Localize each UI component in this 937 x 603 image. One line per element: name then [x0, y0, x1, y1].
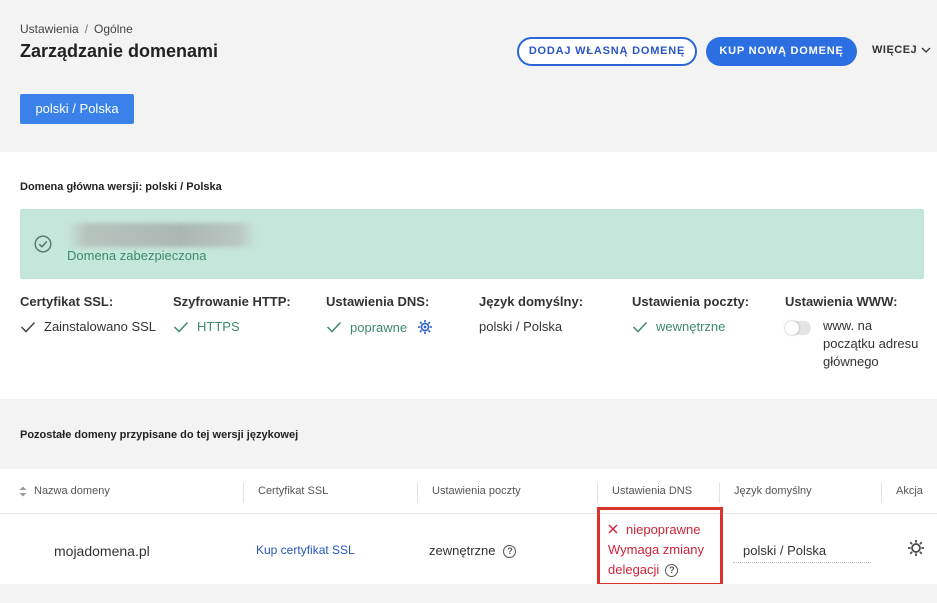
http-column: Szyfrowanie HTTP: HTTPS	[173, 294, 291, 334]
ssl-label: Certyfikat SSL:	[20, 294, 114, 309]
language-label: Język domyślny:	[479, 294, 584, 309]
column-header-language: Język domyślny	[734, 485, 812, 497]
add-own-domain-button[interactable]: DODAJ WŁASNĄ DOMENĘ	[517, 37, 697, 66]
breadcrumb-current: Ogólne	[94, 22, 133, 36]
page-bottom	[0, 584, 937, 603]
dns-column: Ustawienia DNS: poprawne	[326, 294, 433, 335]
check-icon	[173, 321, 189, 333]
breadcrumb-parent[interactable]: Ustawienia	[20, 22, 79, 36]
http-label: Szyfrowanie HTTP:	[173, 294, 291, 309]
ssl-value: Zainstalowano SSL	[20, 319, 156, 334]
column-divider	[417, 483, 418, 503]
dns-error-detail-2: delegacji	[608, 562, 660, 577]
mail-settings-cell: zewnętrzne?	[429, 543, 517, 559]
breadcrumb: Ustawienia / Ogólne	[20, 22, 133, 36]
main-domain-card: Domena główna wersji: polski / Polska Do…	[0, 152, 937, 399]
sort-icon[interactable]	[19, 486, 27, 497]
mail-column: Ustawienia poczty: wewnętrzne	[632, 294, 749, 334]
column-header-dns: Ustawienia DNS	[612, 485, 693, 497]
other-domains-heading: Pozostałe domeny przypisane do tej wersj…	[20, 429, 299, 441]
dns-label: Ustawienia DNS:	[326, 294, 430, 309]
column-header-domain-name[interactable]: Nazwa domeny	[34, 485, 110, 497]
mail-settings-text: zewnętrzne	[429, 543, 496, 558]
www-value-text: www. na początku adresu głównego	[823, 318, 919, 369]
main-domain-heading: Domena główna wersji: polski / Polska	[20, 181, 222, 193]
dns-error-cell: niepoprawne Wymaga zmiany delegacji?	[597, 507, 723, 586]
domain-secured-status: Domena zabezpieczona	[67, 248, 207, 263]
default-language-select[interactable]: polski / Polska	[733, 537, 871, 563]
gear-icon[interactable]	[907, 539, 925, 557]
dns-error-detail-1: Wymaga zmiany	[608, 542, 704, 557]
help-icon[interactable]: ?	[665, 564, 679, 578]
http-value: HTTPS	[173, 319, 291, 334]
language-value: polski / Polska	[479, 319, 563, 334]
check-icon	[326, 321, 342, 333]
domains-table: Nazwa domeny Certyfikat SSL Ustawienia p…	[0, 469, 937, 586]
more-label: WIĘCEJ	[872, 44, 918, 56]
column-divider	[881, 483, 882, 503]
table-header: Nazwa domeny Certyfikat SSL Ustawienia p…	[0, 469, 937, 514]
language-version-button[interactable]: polski / Polska	[20, 94, 134, 124]
http-value-text: HTTPS	[197, 319, 240, 334]
ssl-column: Certyfikat SSL: Zainstalowano SSL	[20, 294, 156, 334]
x-icon	[608, 524, 618, 534]
column-header-mail: Ustawienia poczty	[432, 485, 521, 497]
column-divider	[243, 483, 244, 503]
main-domain-status-box: Domena zabezpieczona	[20, 209, 924, 279]
www-toggle[interactable]	[785, 321, 811, 335]
buy-ssl-link[interactable]: Kup certyfikat SSL	[256, 543, 355, 557]
column-divider	[597, 483, 598, 503]
column-header-ssl: Certyfikat SSL	[258, 485, 329, 497]
mail-value-text: wewnętrzne	[656, 319, 726, 334]
other-domains-section: Pozostałe domeny przypisane do tej wersj…	[0, 399, 937, 469]
language-column: Język domyślny: polski / Polska	[479, 294, 583, 334]
more-dropdown[interactable]: WIĘCEJ	[872, 44, 931, 56]
column-header-action: Akcja	[896, 485, 923, 497]
dns-error-status: niepoprawne	[608, 520, 704, 540]
www-label: Ustawienia WWW:	[785, 294, 898, 309]
mail-value: wewnętrzne	[632, 319, 749, 334]
dns-value-text: poprawne	[350, 319, 408, 335]
dns-error-detail-2-wrapper: delegacji?	[608, 560, 704, 580]
check-circle-icon	[34, 235, 52, 253]
domain-name-redacted	[67, 223, 257, 247]
breadcrumb-separator: /	[84, 22, 89, 36]
dns-error-text: niepoprawne	[626, 522, 701, 537]
www-value: www. na początku adresu głównego	[785, 318, 923, 371]
table-row: mojadomena.pl Kup certyfikat SSL zewnętr…	[0, 514, 937, 584]
buy-new-domain-button[interactable]: KUP NOWĄ DOMENĘ	[706, 37, 857, 66]
gear-icon[interactable]	[417, 319, 433, 335]
www-column: Ustawienia WWW: www. na początku adresu …	[785, 294, 923, 371]
chevron-down-icon	[921, 47, 931, 53]
ssl-value-text: Zainstalowano SSL	[44, 319, 157, 334]
help-icon[interactable]: ?	[503, 545, 517, 559]
mail-label: Ustawienia poczty:	[632, 294, 750, 309]
domain-name-cell: mojadomena.pl	[54, 543, 150, 559]
column-divider	[719, 483, 720, 503]
check-icon	[632, 321, 648, 333]
page-title: Zarządzanie domenami	[20, 41, 219, 61]
check-icon	[20, 321, 36, 333]
dns-value: poprawne	[326, 319, 433, 335]
